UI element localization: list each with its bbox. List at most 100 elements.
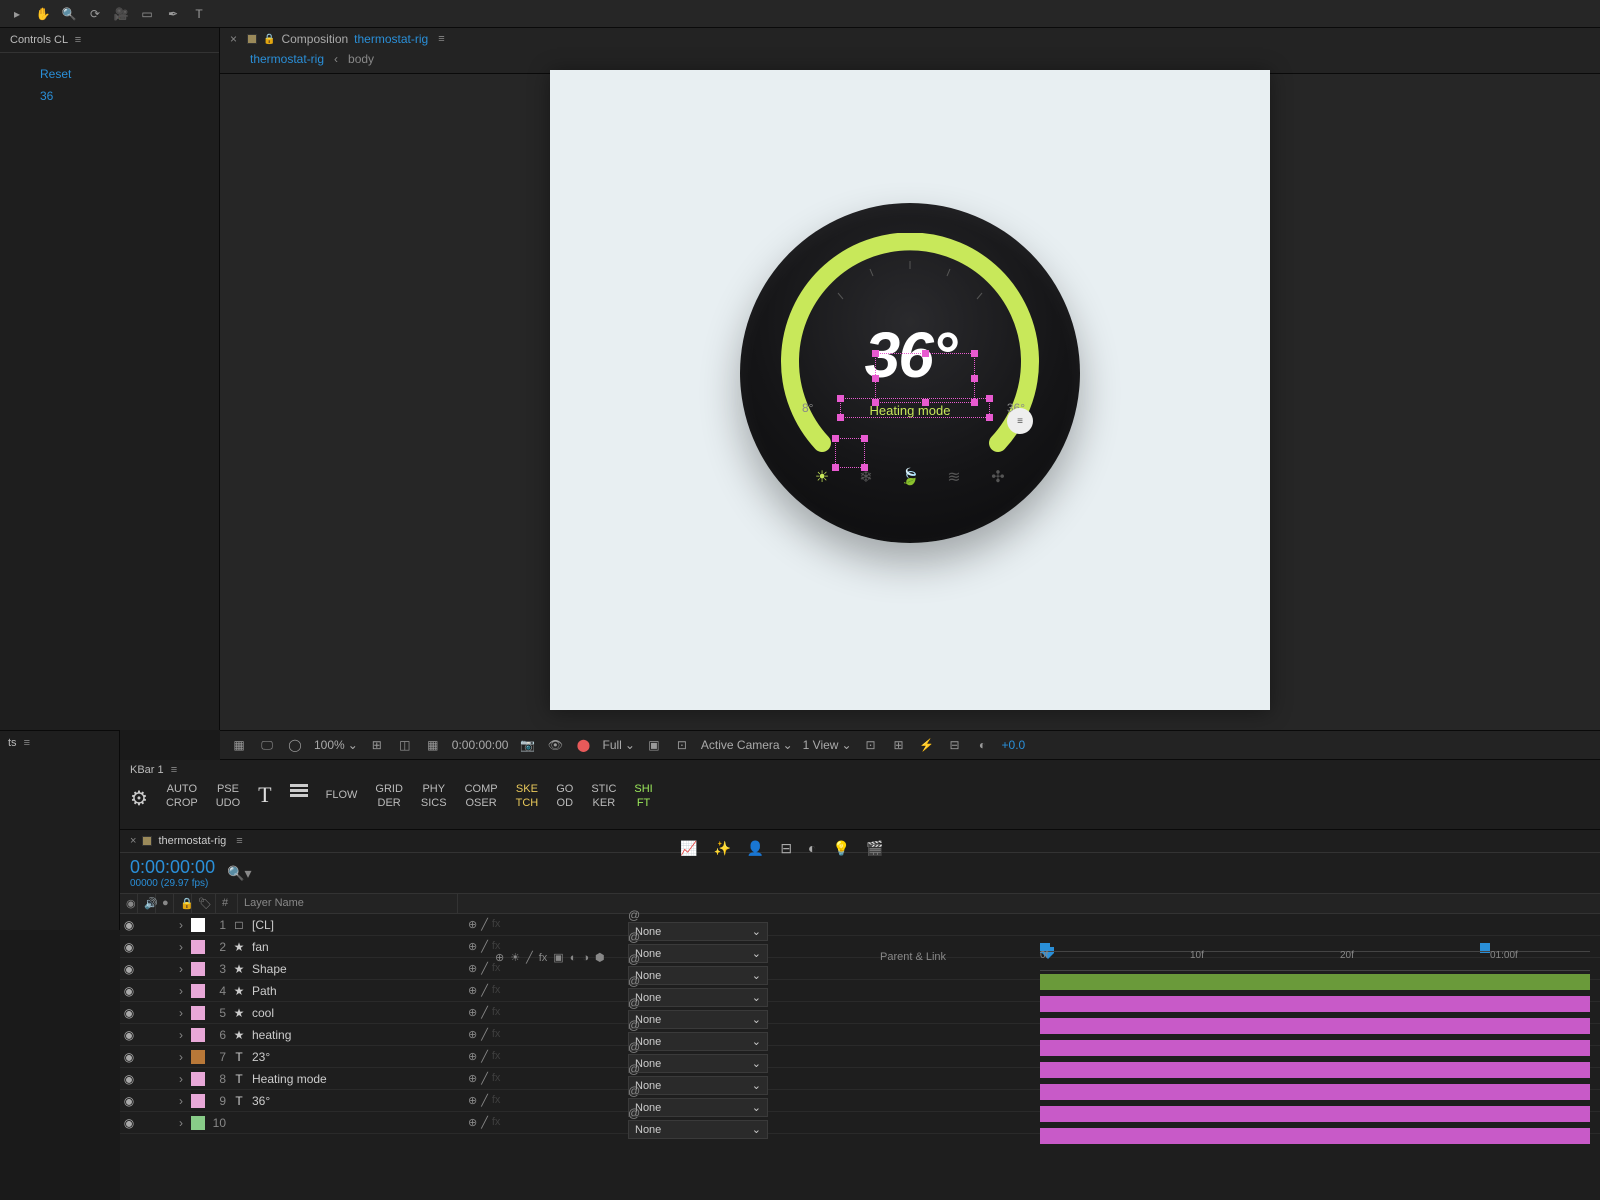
twirl-icon[interactable]: › <box>174 1006 188 1020</box>
label-color-swatch[interactable] <box>191 940 205 954</box>
monitor-icon[interactable]: 🖵 <box>258 736 276 754</box>
track-bar[interactable] <box>1040 1018 1590 1034</box>
pickwhip-icon[interactable]: @ <box>628 996 646 1010</box>
panel-menu-icon[interactable]: ≡ <box>236 835 242 847</box>
col-lock-icon[interactable]: 🔒 <box>174 894 192 913</box>
visibility-toggle-icon[interactable]: ◉ <box>120 918 138 932</box>
snapshot-icon[interactable]: 📷 <box>518 736 536 754</box>
track-bar[interactable] <box>1040 1084 1590 1100</box>
tool-hand-icon[interactable]: ✋ <box>34 5 52 23</box>
track-bar[interactable] <box>1040 1128 1590 1144</box>
effect-reset-row[interactable]: Reset <box>0 63 219 85</box>
left-bottom-panel-tab[interactable]: ts ≡ <box>0 731 119 755</box>
visibility-toggle-icon[interactable]: ◉ <box>120 984 138 998</box>
visibility-toggle-icon[interactable]: ◉ <box>120 962 138 976</box>
resolution-dropdown[interactable]: Full ⌄ <box>602 738 634 752</box>
crop-icon[interactable]: ◫ <box>396 736 414 754</box>
kbar-btn-autocrop[interactable]: AUTOCROP <box>166 782 198 810</box>
timeline-timecode[interactable]: 0:00:00:00 <box>130 857 215 878</box>
pickwhip-icon[interactable]: @ <box>628 1062 646 1076</box>
frame-blend-icon[interactable]: ⊟ <box>780 840 792 857</box>
tool-rotate-icon[interactable]: ⟳ <box>86 5 104 23</box>
track-bar[interactable] <box>1040 974 1590 990</box>
kbar-btn-shift[interactable]: SHIFT <box>634 782 652 810</box>
layer-switches[interactable]: ⊕╱fx <box>448 1116 628 1129</box>
guides-icon[interactable]: ⊡ <box>673 736 691 754</box>
pickwhip-icon[interactable]: @ <box>628 908 646 922</box>
views-dropdown[interactable]: 1 View ⌄ <box>803 738 852 752</box>
effect-value-row[interactable]: 36 <box>0 85 219 107</box>
twirl-icon[interactable]: › <box>174 1050 188 1064</box>
visibility-toggle-icon[interactable]: ◉ <box>120 1094 138 1108</box>
twirl-icon[interactable]: › <box>174 1116 188 1130</box>
timeline-ruler[interactable]: 0f 10f 20f 01:00f <box>1040 951 1590 971</box>
label-color-swatch[interactable] <box>191 1006 205 1020</box>
effect-slider-value[interactable]: 36 <box>40 89 53 103</box>
panel-menu-icon[interactable]: ≡ <box>24 737 30 749</box>
layer-switches[interactable]: ⊕╱fx <box>448 1050 628 1063</box>
visibility-toggle-icon[interactable]: ◉ <box>120 1072 138 1086</box>
pickwhip-icon[interactable]: @ <box>628 1018 646 1032</box>
col-label-icon[interactable]: 🏷 <box>192 894 216 913</box>
grid-icon[interactable]: ▦ <box>230 736 248 754</box>
pickwhip-icon[interactable]: @ <box>628 974 646 988</box>
label-color-swatch[interactable] <box>191 1094 205 1108</box>
layer-name[interactable]: 23° <box>248 1050 448 1064</box>
pixel-aspect-icon[interactable]: ⊞ <box>890 736 908 754</box>
graph-editor-icon[interactable]: 📈 <box>680 840 697 857</box>
tool-zoom-icon[interactable]: 🔍 <box>60 5 78 23</box>
pickwhip-icon[interactable]: @ <box>628 930 646 944</box>
switch-quality-icon[interactable]: ╱ <box>526 951 533 964</box>
layer-switches[interactable]: ⊕╱fx <box>448 984 628 997</box>
kbar-btn-flow[interactable]: FLOW <box>326 788 358 802</box>
switch-3d-icon[interactable]: ⬢ <box>595 951 605 964</box>
kbar-btn-sketch[interactable]: SKETCH <box>516 782 539 810</box>
kbar-tab[interactable]: KBar 1 ≡ <box>120 760 1600 780</box>
layer-switches[interactable]: ⊕╱fx <box>448 918 628 931</box>
layer-switches[interactable]: ⊕╱fx <box>448 1094 628 1107</box>
panel-menu-icon[interactable]: ≡ <box>75 34 81 46</box>
effect-controls-tab[interactable]: Controls CL ≡ <box>0 28 219 53</box>
breadcrumb-root[interactable]: thermostat-rig <box>250 52 324 66</box>
mask-icon[interactable]: ◯ <box>286 736 304 754</box>
layer-name[interactable]: Shape <box>248 962 448 976</box>
visibility-toggle-icon[interactable]: ◉ <box>120 1028 138 1042</box>
label-color-swatch[interactable] <box>191 1050 205 1064</box>
pickwhip-icon[interactable]: @ <box>628 1040 646 1054</box>
footer-timecode[interactable]: 0:00:00:00 <box>452 738 509 752</box>
layer-name[interactable]: 36° <box>248 1094 448 1108</box>
selection-box[interactable] <box>840 398 990 418</box>
twirl-icon[interactable]: › <box>174 1072 188 1086</box>
label-color-swatch[interactable] <box>191 918 205 932</box>
kbar-btn-pseudo[interactable]: PSEUDO <box>216 782 240 810</box>
layer-name[interactable]: cool <box>248 1006 448 1020</box>
layer-switches[interactable]: ⊕╱fx <box>448 1028 628 1041</box>
shy-icon[interactable]: 👤 <box>747 840 764 857</box>
text-icon[interactable]: T <box>258 782 271 808</box>
switch-collapse-icon[interactable]: ☀ <box>510 951 520 964</box>
resolution-icon[interactable]: ⊞ <box>368 736 386 754</box>
roi-icon[interactable]: ▣ <box>645 736 663 754</box>
twirl-icon[interactable]: › <box>174 918 188 932</box>
brainstorm-icon[interactable]: 💡 <box>833 840 850 857</box>
pickwhip-icon[interactable]: @ <box>628 1084 646 1098</box>
twirl-icon[interactable]: › <box>174 940 188 954</box>
layer-name[interactable]: [CL] <box>248 918 448 932</box>
tool-camera-icon[interactable]: 🎥 <box>112 5 130 23</box>
align-icon[interactable] <box>290 784 308 797</box>
visibility-toggle-icon[interactable]: ◉ <box>120 940 138 954</box>
twirl-icon[interactable]: › <box>174 1028 188 1042</box>
search-icon[interactable]: 🔍▾ <box>227 865 251 882</box>
selection-box[interactable] <box>835 438 865 468</box>
label-color-swatch[interactable] <box>191 1116 205 1130</box>
kbar-btn-good[interactable]: GOOD <box>556 782 573 810</box>
lock-icon[interactable]: 🔒 <box>263 34 275 45</box>
track-bar[interactable] <box>1040 996 1590 1012</box>
kbar-btn-composer[interactable]: COMPOSER <box>465 782 498 810</box>
tool-pointer-icon[interactable]: ▸ <box>8 5 26 23</box>
tab-close-icon[interactable]: × <box>130 835 136 847</box>
layer-name[interactable]: heating <box>248 1028 448 1042</box>
visibility-toggle-icon[interactable]: ◉ <box>120 1006 138 1020</box>
switch-fx-icon[interactable]: fx <box>539 952 548 964</box>
transparency-icon[interactable]: ▦ <box>424 736 442 754</box>
